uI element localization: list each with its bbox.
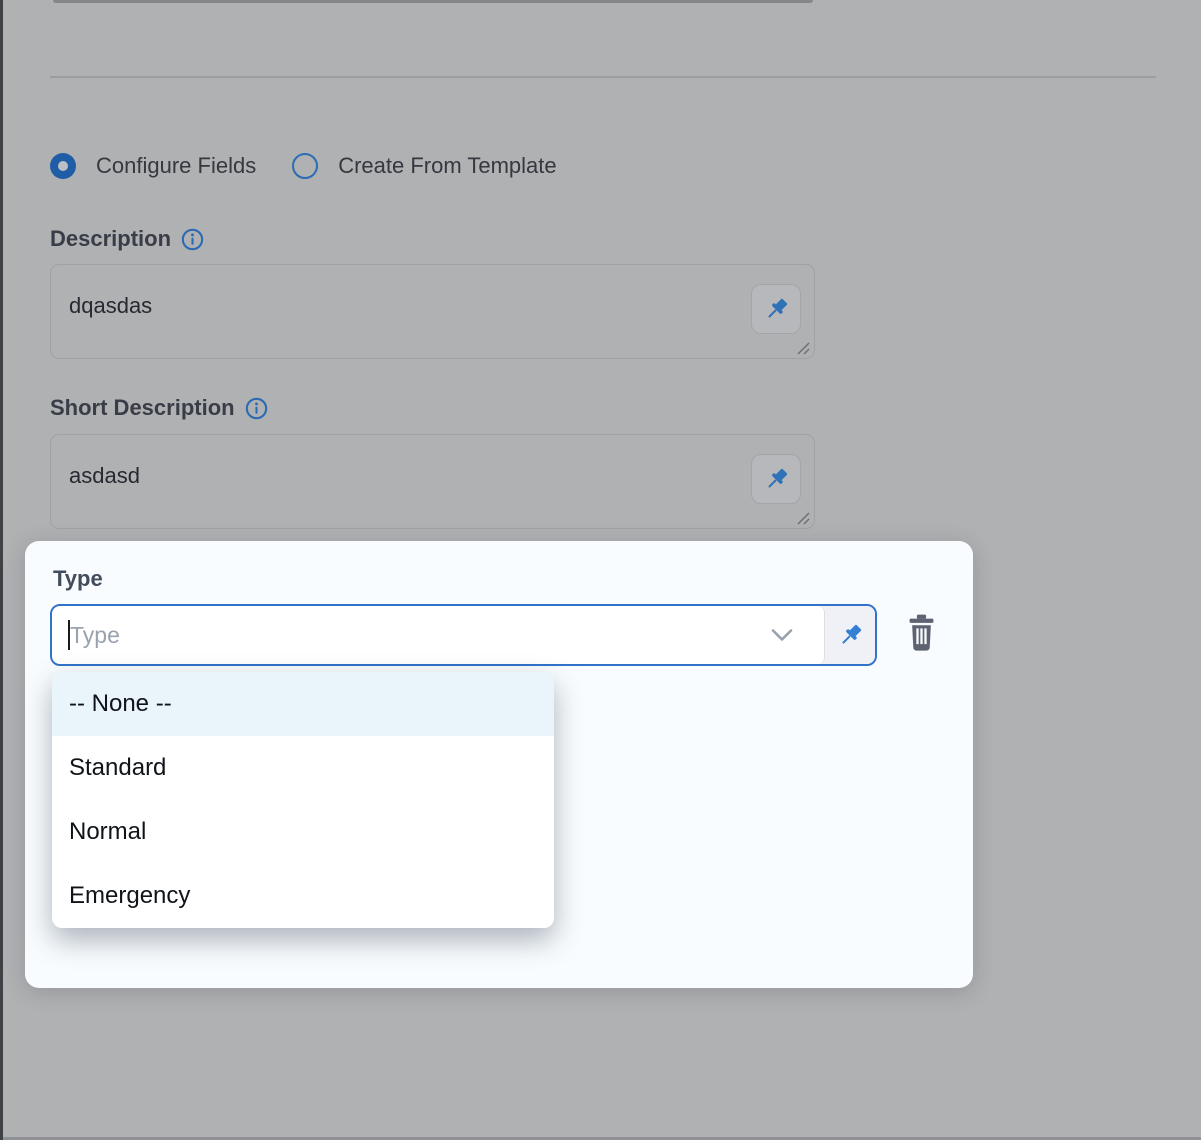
pushpin-icon xyxy=(763,466,790,493)
description-textarea[interactable]: dqasdas xyxy=(50,264,815,359)
pin-button[interactable] xyxy=(751,454,801,504)
trash-icon xyxy=(905,614,938,652)
type-label: Type xyxy=(53,566,103,592)
pin-button[interactable] xyxy=(825,606,875,664)
chevron-down-icon xyxy=(770,628,794,642)
short-description-textarea[interactable]: asdasd xyxy=(50,434,815,529)
resize-handle-icon[interactable] xyxy=(795,510,810,525)
radio-configure-fields-label: Configure Fields xyxy=(96,153,256,179)
info-icon[interactable] xyxy=(245,397,268,420)
description-label: Description xyxy=(50,226,171,252)
type-input[interactable] xyxy=(52,606,824,664)
radio-create-from-template[interactable]: Create From Template xyxy=(292,153,556,179)
dropdown-option-standard[interactable]: Standard xyxy=(52,736,554,800)
pushpin-icon xyxy=(837,622,864,649)
dropdown-option-normal[interactable]: Normal xyxy=(52,800,554,864)
type-input-wrap xyxy=(52,606,825,664)
short-description-label-row: Short Description xyxy=(50,395,268,421)
panel-left-border xyxy=(0,0,3,1140)
dropdown-option-emergency[interactable]: Emergency xyxy=(52,864,554,928)
cutoff-field-bottom-edge xyxy=(53,0,813,3)
info-icon[interactable] xyxy=(181,228,204,251)
type-field-card: Type xyxy=(25,541,973,988)
dropdown-option-none[interactable]: -- None -- xyxy=(52,672,554,736)
description-label-row: Description xyxy=(50,226,204,252)
radio-unselected-icon[interactable] xyxy=(292,153,318,179)
short-description-value: asdasd xyxy=(69,463,140,489)
field-mode-radio-group: Configure Fields Create From Template xyxy=(50,153,557,179)
short-description-label: Short Description xyxy=(50,395,235,421)
radio-create-from-template-label: Create From Template xyxy=(338,153,556,179)
section-divider xyxy=(50,76,1156,78)
delete-field-button[interactable] xyxy=(901,609,941,657)
description-value: dqasdas xyxy=(69,293,152,319)
type-combobox xyxy=(50,604,877,666)
type-dropdown-list: -- None -- Standard Normal Emergency xyxy=(52,672,554,928)
pushpin-icon xyxy=(763,296,790,323)
resize-handle-icon[interactable] xyxy=(795,340,810,355)
radio-configure-fields[interactable]: Configure Fields xyxy=(50,153,256,179)
dropdown-toggle-button[interactable] xyxy=(762,606,802,664)
radio-selected-icon[interactable] xyxy=(50,153,76,179)
pin-button[interactable] xyxy=(751,284,801,334)
